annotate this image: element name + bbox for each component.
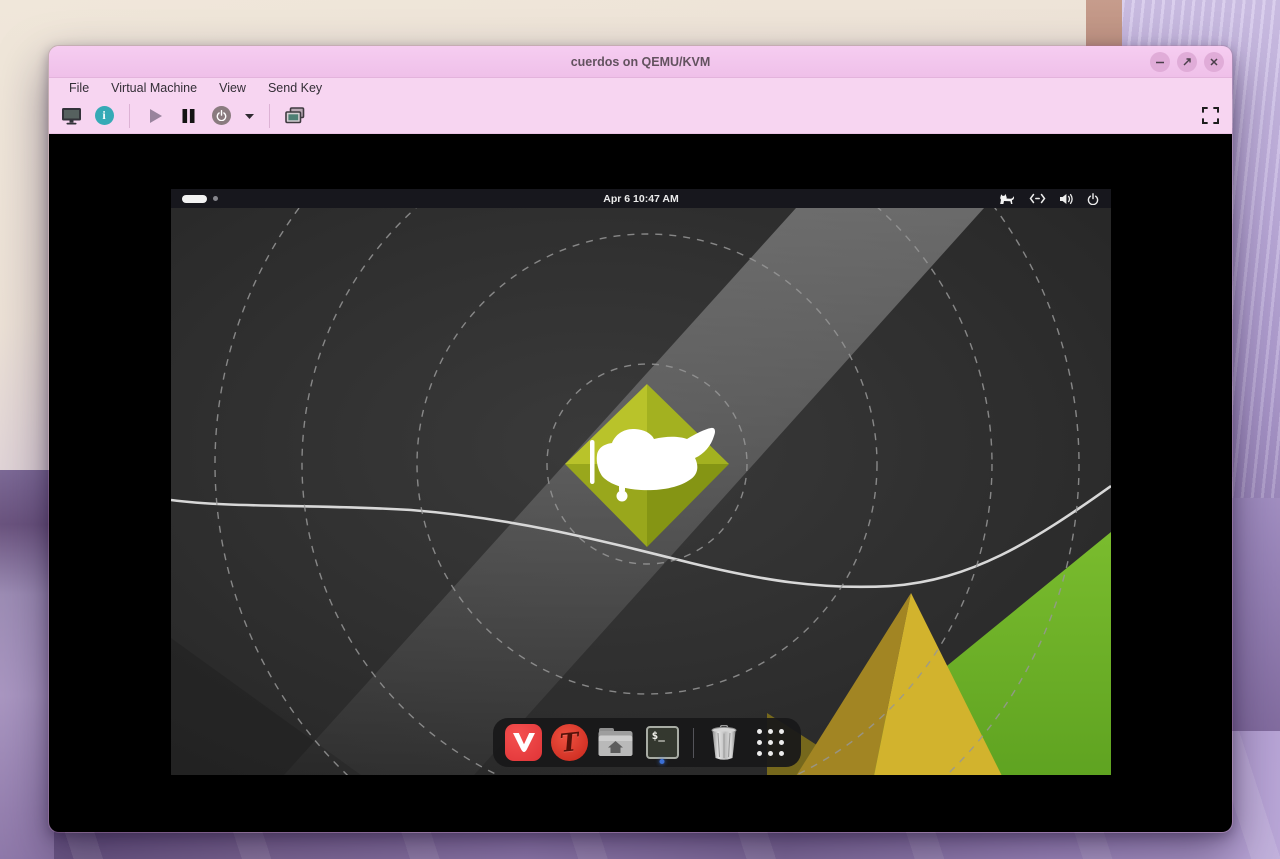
menubar: File Virtual Machine View Send Key (49, 78, 1232, 98)
fullscreen-icon (1202, 107, 1219, 124)
dock-item-vivaldi[interactable] (505, 722, 542, 764)
close-button[interactable] (1204, 52, 1224, 72)
maximize-icon (1182, 57, 1192, 67)
guest-wallpaper (171, 208, 1111, 775)
cat-indicator-icon[interactable] (998, 192, 1016, 205)
play-icon (148, 108, 163, 124)
menu-virtual-machine[interactable]: Virtual Machine (100, 78, 208, 98)
toolbar: i (49, 98, 1232, 134)
pause-icon (181, 108, 196, 124)
terminal-icon: $_ (646, 726, 679, 759)
power-icon (212, 106, 231, 125)
power-menu-icon[interactable] (1087, 193, 1099, 205)
run-button[interactable] (143, 103, 167, 129)
system-tray[interactable] (998, 189, 1099, 208)
dual-display-icon (285, 107, 305, 125)
network-wired-icon[interactable] (1029, 193, 1046, 204)
dock-item-terminal[interactable]: $_ (644, 722, 681, 764)
minimize-icon (1155, 57, 1165, 67)
volume-icon[interactable] (1059, 193, 1074, 205)
dock-item-files[interactable] (597, 722, 634, 764)
trash-icon (710, 725, 738, 761)
toolbar-separator (129, 104, 130, 128)
vivaldi-icon (505, 724, 542, 761)
clock[interactable]: Apr 6 10:47 AM (171, 193, 1111, 205)
app-grid-icon (757, 729, 784, 756)
menu-file[interactable]: File (58, 78, 100, 98)
menu-send-key[interactable]: Send Key (257, 78, 333, 98)
running-indicator-dot (660, 759, 665, 764)
calligraphic-t-icon: T (551, 724, 588, 761)
monitor-icon (61, 107, 82, 125)
fullscreen-button[interactable] (1198, 103, 1222, 129)
close-icon (1209, 57, 1219, 67)
guest-console[interactable]: Apr 6 10:47 AM (49, 134, 1232, 833)
info-icon: i (95, 106, 114, 125)
screenshot-button[interactable] (283, 103, 307, 129)
pause-button[interactable] (176, 103, 200, 129)
guest-display[interactable]: Apr 6 10:47 AM (171, 189, 1111, 775)
dock-item-app-grid[interactable] (752, 722, 789, 764)
minimize-button[interactable] (1150, 52, 1170, 72)
show-console-button[interactable] (59, 103, 83, 129)
dock-item-trash[interactable] (706, 722, 743, 764)
virt-manager-window: cuerdos on QEMU/KVM File Virtual Machine… (48, 45, 1233, 833)
window-controls (1150, 46, 1224, 78)
chevron-down-icon (245, 113, 254, 119)
toolbar-separator (269, 104, 270, 128)
dock: T $_ (493, 718, 801, 767)
menu-view[interactable]: View (208, 78, 257, 98)
window-titlebar[interactable]: cuerdos on QEMU/KVM (49, 46, 1232, 78)
window-title: cuerdos on QEMU/KVM (571, 55, 711, 69)
maximize-button[interactable] (1177, 52, 1197, 72)
files-home-icon (597, 727, 634, 758)
shutdown-button[interactable] (209, 103, 233, 129)
shutdown-menu-button[interactable] (242, 103, 256, 129)
show-details-button[interactable]: i (92, 103, 116, 129)
dock-item-t-app[interactable]: T (551, 722, 588, 764)
host-wallpaper-fabric-left (0, 470, 54, 859)
dock-separator (693, 728, 694, 758)
guest-topbar: Apr 6 10:47 AM (171, 189, 1111, 208)
